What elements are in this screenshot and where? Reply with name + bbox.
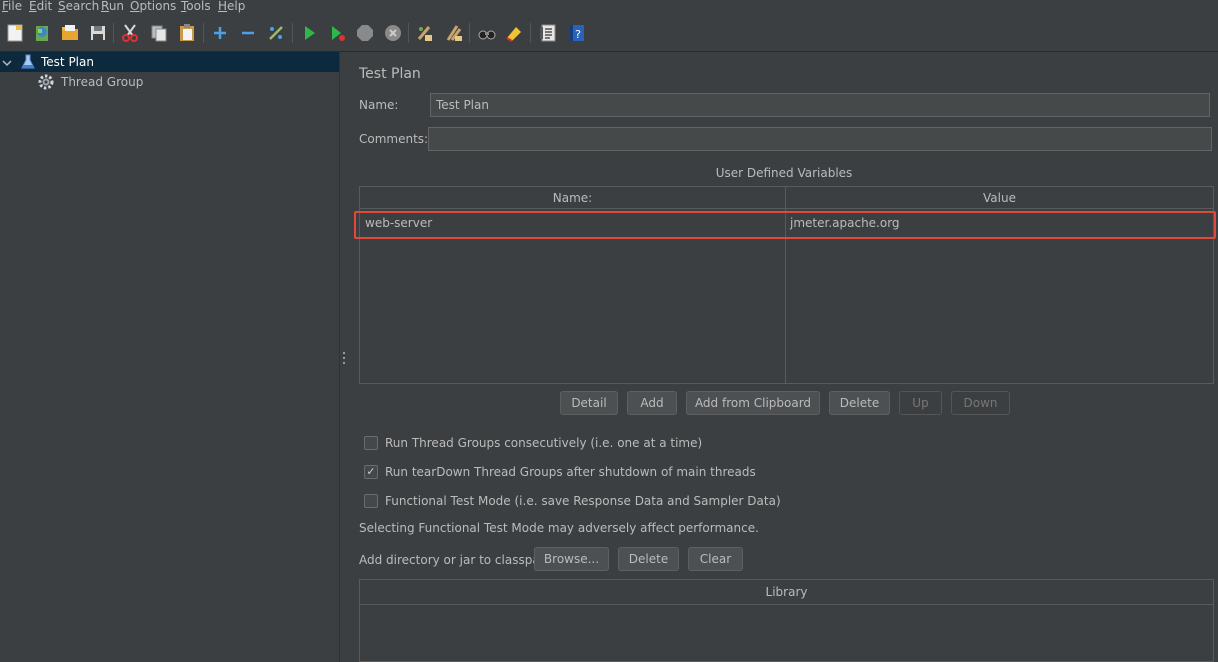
svg-text:?: ?: [575, 28, 581, 41]
search-icon[interactable]: [476, 22, 498, 44]
detail-button[interactable]: Detail: [560, 391, 618, 415]
library-table: Library: [359, 579, 1214, 662]
library-column-header[interactable]: Library: [360, 580, 1213, 605]
tree-item-label: Thread Group: [61, 75, 144, 89]
toolbar-separator: [113, 23, 114, 43]
reset-search-icon[interactable]: [503, 22, 525, 44]
start-icon[interactable]: [298, 22, 320, 44]
add-button[interactable]: Add: [627, 391, 677, 415]
menu-options[interactable]: Options: [130, 0, 176, 13]
name-label: Name:: [359, 98, 399, 112]
page-title: Test Plan: [359, 66, 421, 82]
run-teardown-label: Run tearDown Thread Groups after shutdow…: [385, 465, 756, 479]
menu-bar: File Edit Search Run Options Tools Help: [0, 0, 1218, 14]
classpath-delete-button[interactable]: Delete: [618, 547, 679, 571]
save-icon[interactable]: [87, 22, 109, 44]
split-handle[interactable]: [343, 352, 345, 366]
chevron-down-icon[interactable]: [2, 57, 12, 67]
run-consecutively-label: Run Thread Groups consecutively (i.e. on…: [385, 436, 703, 450]
user-defined-variables-title: User Defined Variables: [715, 166, 853, 180]
classpath-label: Add directory or jar to classpath: [359, 553, 553, 567]
toggle-icon[interactable]: [265, 22, 287, 44]
run-consecutively-checkbox-row[interactable]: Run Thread Groups consecutively (i.e. on…: [364, 434, 702, 452]
comments-label: Comments:: [359, 132, 429, 146]
menu-edit[interactable]: Edit: [29, 0, 52, 13]
tree-item-test-plan[interactable]: Test Plan: [0, 52, 339, 72]
column-header-value[interactable]: Value: [786, 187, 1213, 209]
delete-button[interactable]: Delete: [829, 391, 890, 415]
table-cell-value[interactable]: jmeter.apache.org: [790, 216, 900, 230]
menu-help[interactable]: Help: [218, 0, 245, 13]
name-field[interactable]: Test Plan: [430, 93, 1210, 117]
copy-icon[interactable]: [148, 22, 170, 44]
test-plan-icon: [20, 54, 36, 70]
tree-item-thread-group[interactable]: Thread Group: [0, 72, 339, 92]
cut-icon[interactable]: [119, 22, 141, 44]
collapse-icon[interactable]: [237, 22, 259, 44]
clear-all-icon[interactable]: [443, 22, 465, 44]
toolbar-separator: [408, 23, 409, 43]
open-icon[interactable]: [59, 22, 81, 44]
toolbar-separator: [530, 23, 531, 43]
functional-test-mode-checkbox-row[interactable]: Functional Test Mode (i.e. save Response…: [364, 492, 781, 510]
run-teardown-checkbox-row[interactable]: ✓ Run tearDown Thread Groups after shutd…: [364, 463, 756, 481]
variables-table: Name: Value web-server jmeter.apache.org: [354, 186, 1216, 384]
menu-search[interactable]: Search: [58, 0, 99, 13]
stop-icon[interactable]: [354, 22, 376, 44]
table-header: Name: Value: [360, 187, 1213, 209]
start-no-pauses-icon[interactable]: [326, 22, 348, 44]
down-button[interactable]: Down: [951, 391, 1010, 415]
run-consecutively-checkbox[interactable]: [364, 436, 378, 450]
functional-test-mode-label: Functional Test Mode (i.e. save Response…: [385, 494, 781, 508]
tree-item-label: Test Plan: [41, 55, 94, 69]
table-cell-name[interactable]: web-server: [365, 216, 432, 230]
menu-run[interactable]: Run: [101, 0, 124, 13]
toolbar: ?: [0, 14, 1218, 52]
shutdown-icon[interactable]: [382, 22, 404, 44]
functional-test-mode-checkbox[interactable]: [364, 494, 378, 508]
browse-button[interactable]: Browse...: [534, 547, 609, 571]
comments-field[interactable]: [428, 127, 1212, 151]
toolbar-separator: [292, 23, 293, 43]
test-plan-panel: Test Plan Name: Test Plan Comments: User…: [350, 52, 1218, 662]
toolbar-separator: [469, 23, 470, 43]
help-icon[interactable]: ?: [566, 22, 588, 44]
expand-icon[interactable]: [209, 22, 231, 44]
toolbar-separator: [203, 23, 204, 43]
menu-file[interactable]: File: [2, 0, 22, 13]
up-button[interactable]: Up: [899, 391, 942, 415]
run-teardown-checkbox[interactable]: ✓: [364, 465, 378, 479]
add-from-clipboard-button[interactable]: Add from Clipboard: [686, 391, 820, 415]
gear-icon: [38, 74, 54, 90]
clear-icon[interactable]: [414, 22, 436, 44]
table-row-highlight: [354, 211, 1216, 239]
function-helper-icon[interactable]: [537, 22, 559, 44]
new-icon[interactable]: [4, 22, 26, 44]
classpath-clear-button[interactable]: Clear: [688, 547, 743, 571]
column-header-name[interactable]: Name:: [360, 187, 785, 209]
paste-icon[interactable]: [176, 22, 198, 44]
templates-icon[interactable]: [31, 22, 53, 44]
test-plan-tree: Test Plan Thread Group: [0, 52, 339, 662]
functional-mode-note: Selecting Functional Test Mode may adver…: [359, 521, 759, 535]
menu-tools[interactable]: Tools: [181, 0, 211, 13]
